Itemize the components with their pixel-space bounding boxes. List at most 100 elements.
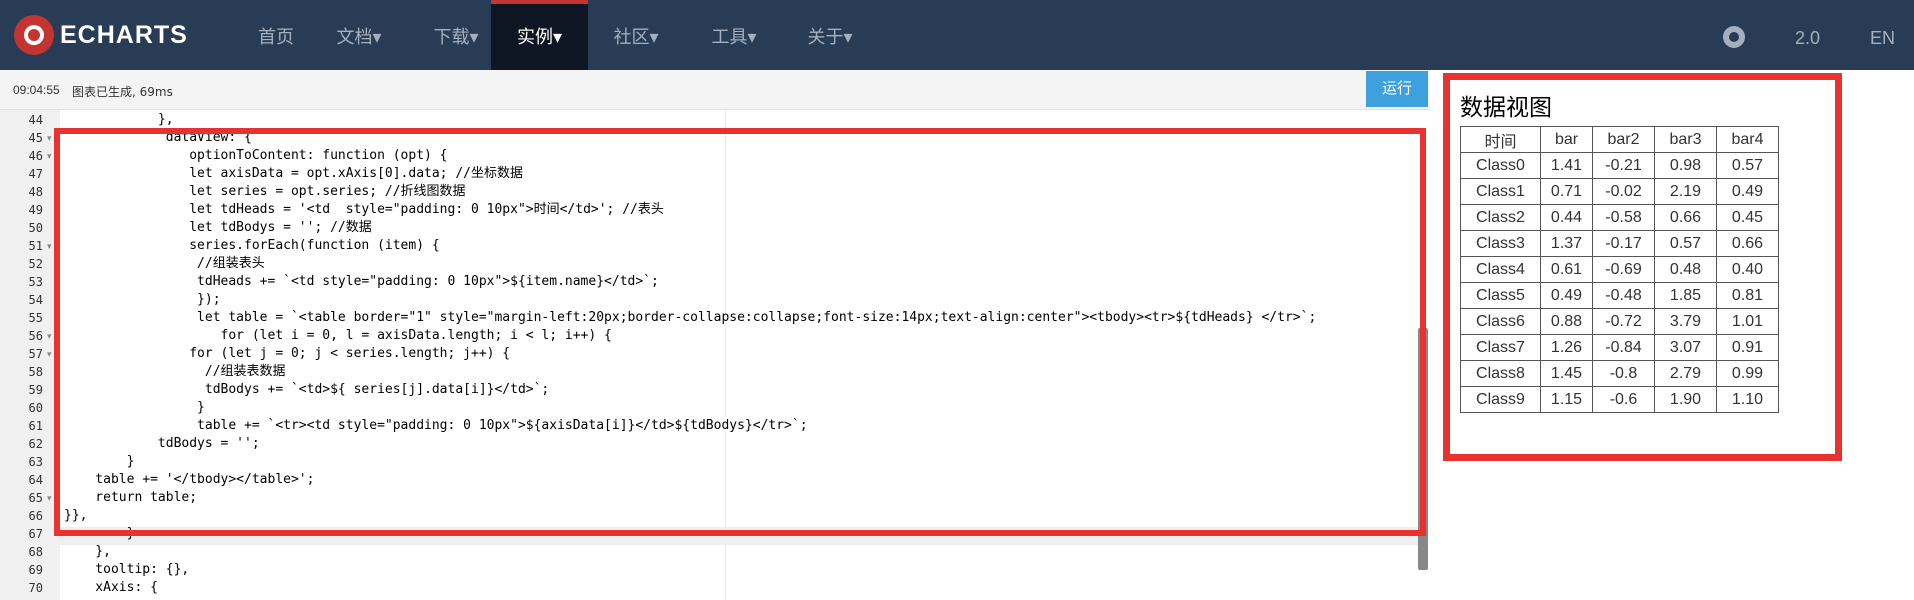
table-row: Class0 1.41 -0.21 0.98 0.57 xyxy=(1460,152,1779,179)
code-line[interactable]: }, xyxy=(64,111,174,129)
nav-home[interactable]: 首页 xyxy=(230,0,322,70)
line-number: 55 xyxy=(28,311,43,325)
table-cell: 0.61 xyxy=(1540,256,1593,283)
table-cell: 0.91 xyxy=(1716,334,1779,361)
table-cell: 0.66 xyxy=(1716,230,1779,257)
line-number: 60 xyxy=(28,401,43,415)
nav-tools[interactable]: 工具▾ xyxy=(688,0,780,70)
table-cell: 0.48 xyxy=(1654,256,1717,283)
table-cell: 1.41 xyxy=(1540,152,1593,179)
nav-about[interactable]: 关于▾ xyxy=(784,0,876,70)
fold-arrow-icon[interactable]: ▾ xyxy=(47,489,52,507)
table-cell: Class1 xyxy=(1460,178,1541,205)
table-row: Class4 0.61 -0.69 0.48 0.40 xyxy=(1460,256,1779,283)
table-cell: 0.98 xyxy=(1654,152,1717,179)
table-row: Class2 0.44 -0.58 0.66 0.45 xyxy=(1460,204,1779,231)
table-cell: -0.69 xyxy=(1592,256,1655,283)
line-number: 62 xyxy=(28,437,43,451)
status-bar: 09:04:55 图表已生成, 69ms xyxy=(0,70,1430,110)
table-cell: 1.15 xyxy=(1540,386,1593,413)
nav-download[interactable]: 下载▾ xyxy=(410,0,502,70)
fold-arrow-icon[interactable]: ▾ xyxy=(47,129,52,147)
github-icon[interactable] xyxy=(1723,26,1745,48)
status-time: 09:04:55 xyxy=(13,83,60,97)
fold-arrow-icon[interactable]: ▾ xyxy=(47,345,52,363)
nav-docs[interactable]: 文档▾ xyxy=(313,0,405,70)
fold-arrow-icon[interactable]: ▾ xyxy=(47,237,52,255)
table-cell: 2.79 xyxy=(1654,360,1717,387)
table-cell: 0.66 xyxy=(1654,204,1717,231)
data-view-table: 时间 bar bar2 bar3 bar4 Class0 1.41 -0.21 0.98 0.57… xyxy=(1460,126,1779,413)
line-number: 45 xyxy=(28,131,43,145)
code-line[interactable]: xAxis: { xyxy=(64,579,158,597)
table-header-cell: bar xyxy=(1540,126,1593,153)
table-cell: Class4 xyxy=(1460,256,1541,283)
code-line[interactable]: tooltip: {}, xyxy=(64,561,189,579)
top-navbar: ECHARTS 首页 文档▾ 下载▾ 实例▾ 社区▾ 工具▾ 关于▾ 2.0 E… xyxy=(0,0,1914,70)
table-cell: 0.81 xyxy=(1716,282,1779,309)
line-number: 63 xyxy=(28,455,43,469)
line-number: 56 xyxy=(28,329,43,343)
code-line[interactable]: }, xyxy=(64,543,111,561)
table-header-cell: bar4 xyxy=(1716,126,1779,153)
fold-arrow-icon[interactable]: ▾ xyxy=(47,147,52,165)
table-row: Class3 1.37 -0.17 0.57 0.66 xyxy=(1460,230,1779,257)
table-cell: 0.99 xyxy=(1716,360,1779,387)
table-cell: -0.21 xyxy=(1592,152,1655,179)
table-cell: -0.17 xyxy=(1592,230,1655,257)
table-cell: Class6 xyxy=(1460,308,1541,335)
table-cell: 1.85 xyxy=(1654,282,1717,309)
version-link[interactable]: 2.0 xyxy=(1795,0,1820,70)
line-number: 53 xyxy=(28,275,43,289)
run-button[interactable]: 运行 xyxy=(1366,71,1428,107)
fold-arrow-icon[interactable]: ▾ xyxy=(47,327,52,345)
line-number: 50 xyxy=(28,221,43,235)
table-cell: 1.10 xyxy=(1716,386,1779,413)
table-header-cell: bar3 xyxy=(1654,126,1717,153)
table-cell: 0.57 xyxy=(1716,152,1779,179)
line-number: 44 xyxy=(28,113,43,127)
line-number: 54 xyxy=(28,293,43,307)
table-cell: 0.71 xyxy=(1540,178,1593,205)
line-number: 68 xyxy=(28,545,43,559)
line-number: 64 xyxy=(28,473,43,487)
table-cell: 0.49 xyxy=(1716,178,1779,205)
table-cell: 1.37 xyxy=(1540,230,1593,257)
table-cell: 0.45 xyxy=(1716,204,1779,231)
table-cell: 1.26 xyxy=(1540,334,1593,361)
table-cell: 0.49 xyxy=(1540,282,1593,309)
table-cell: 0.44 xyxy=(1540,204,1593,231)
line-number: 70 xyxy=(28,581,43,595)
echarts-logo[interactable]: ECHARTS xyxy=(14,15,188,55)
line-number: 66 xyxy=(28,509,43,523)
table-cell: 0.57 xyxy=(1654,230,1717,257)
line-number: 59 xyxy=(28,383,43,397)
table-cell: -0.48 xyxy=(1592,282,1655,309)
table-cell: 0.40 xyxy=(1716,256,1779,283)
table-cell: 3.07 xyxy=(1654,334,1717,361)
nav-examples[interactable]: 实例▾ xyxy=(491,0,588,70)
table-row: Class1 0.71 -0.02 2.19 0.49 xyxy=(1460,178,1779,205)
line-number: 67 xyxy=(28,527,43,541)
table-cell: 3.79 xyxy=(1654,308,1717,335)
line-number: 57 xyxy=(28,347,43,361)
line-number: 65 xyxy=(28,491,43,505)
language-toggle[interactable]: EN xyxy=(1870,0,1895,70)
table-cell: Class0 xyxy=(1460,152,1541,179)
table-row: Class5 0.49 -0.48 1.85 0.81 xyxy=(1460,282,1779,309)
line-number: 61 xyxy=(28,419,43,433)
table-cell: Class5 xyxy=(1460,282,1541,309)
table-header-cell: 时间 xyxy=(1460,126,1541,153)
echarts-logo-icon xyxy=(14,15,54,55)
table-cell: -0.84 xyxy=(1592,334,1655,361)
table-cell: -0.8 xyxy=(1592,360,1655,387)
table-row: Class9 1.15 -0.6 1.90 1.10 xyxy=(1460,386,1779,413)
line-number: 52 xyxy=(28,257,43,271)
line-number: 69 xyxy=(28,563,43,577)
table-cell: Class7 xyxy=(1460,334,1541,361)
nav-community[interactable]: 社区▾ xyxy=(590,0,682,70)
table-cell: Class8 xyxy=(1460,360,1541,387)
table-row: Class8 1.45 -0.8 2.79 0.99 xyxy=(1460,360,1779,387)
table-cell: Class2 xyxy=(1460,204,1541,231)
table-cell: -0.6 xyxy=(1592,386,1655,413)
